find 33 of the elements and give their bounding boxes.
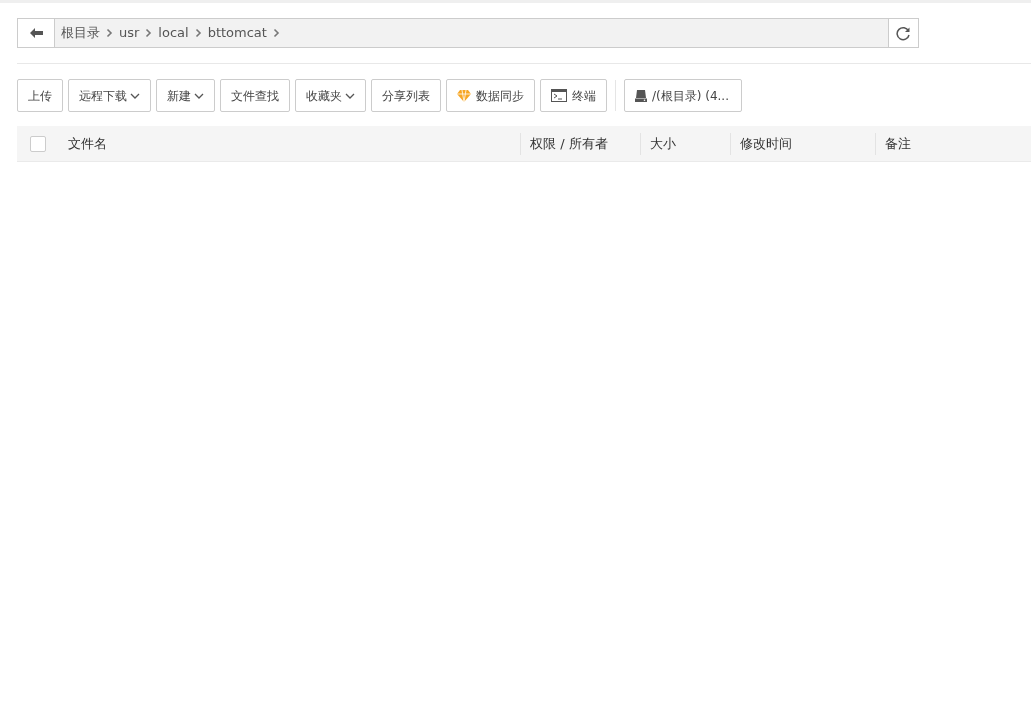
back-arrow-icon	[29, 28, 43, 38]
toolbar-button[interactable]: 收藏夹	[295, 79, 366, 112]
diamond-icon	[457, 89, 471, 102]
refresh-button[interactable]	[888, 19, 918, 47]
toolbar-button[interactable]: 文件查找	[220, 79, 290, 112]
caret-icon	[130, 92, 140, 99]
disk-icon	[635, 89, 647, 102]
toolbar-button[interactable]: /(根目录) (4...	[624, 79, 742, 112]
toolbar-button[interactable]: 上传	[17, 79, 63, 112]
chevron-icon	[145, 28, 153, 38]
caret-icon	[194, 92, 204, 99]
toolbar-button[interactable]: 分享列表	[371, 79, 441, 112]
chevron-icon	[194, 28, 202, 38]
chevron-icon	[106, 28, 113, 38]
toolbar-button[interactable]: 数据同步	[446, 79, 535, 112]
column-header[interactable]: 权限 / 所有者	[520, 132, 640, 155]
refresh-icon	[896, 25, 911, 41]
breadcrumb-link[interactable]: local	[158, 23, 189, 43]
back-button[interactable]	[18, 19, 55, 47]
toolbar-button[interactable]: 远程下载	[68, 79, 151, 112]
breadcrumb-link[interactable]: bttomcat	[207, 23, 267, 43]
caret-icon	[345, 92, 355, 99]
column-header[interactable]: 备注	[875, 132, 1025, 155]
breadcrumb-link[interactable]: 根目录	[61, 23, 100, 43]
toolbar-button[interactable]: 终端	[540, 79, 607, 112]
select-all-checkbox[interactable]	[30, 135, 46, 152]
terminal-icon	[551, 89, 567, 102]
column-header[interactable]: 文件名	[68, 132, 520, 155]
chevron-icon	[272, 28, 280, 38]
column-header[interactable]: 修改时间	[730, 132, 875, 155]
column-header[interactable]: 大小	[640, 132, 730, 155]
toolbar-button[interactable]: 新建	[156, 79, 215, 112]
breadcrumb-link[interactable]: usr	[119, 23, 140, 43]
